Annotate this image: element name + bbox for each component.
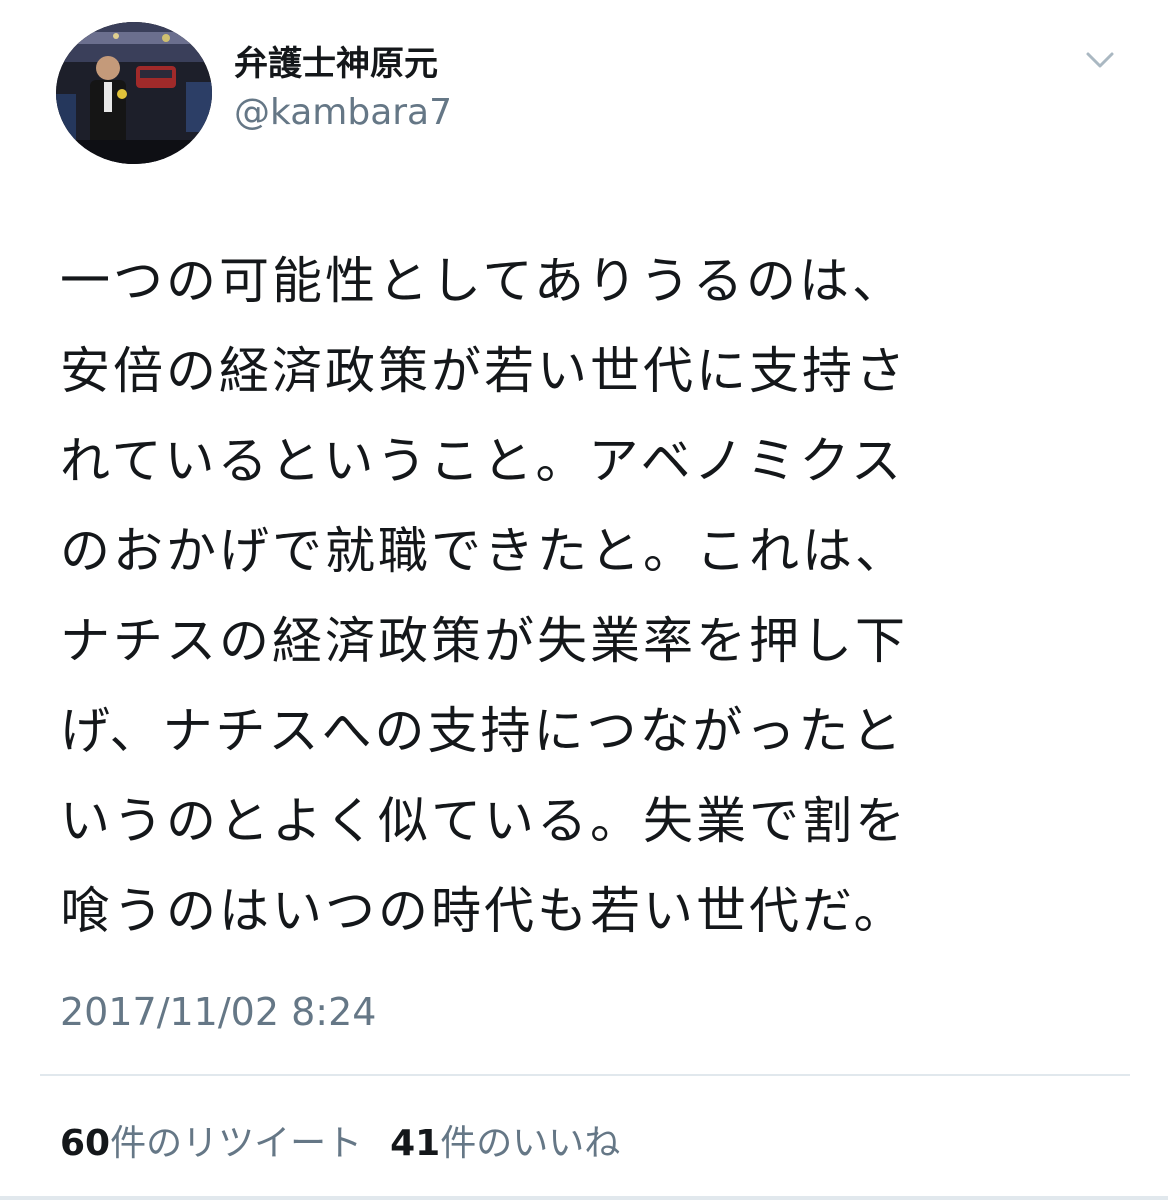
tweet-text-line: れているということ。アベノミクス	[60, 432, 904, 490]
avatar[interactable]	[56, 22, 212, 164]
tweet-timestamp[interactable]: 2017/11/02 8:24	[60, 990, 376, 1034]
retweet-count: 60	[60, 1123, 111, 1164]
tweet-text-line: 一つの可能性としてありうるのは、	[60, 252, 905, 310]
tweet-text: 一つの可能性としてありうるのは、 安倍の経済政策が若い世代に支持さ れているとい…	[60, 236, 1120, 956]
tweet-text-line: のおかげで就職できたと。これは、	[60, 522, 908, 580]
author-display-name[interactable]: 弁護士神原元	[234, 36, 438, 85]
retweet-label: 件のリツイート	[110, 1123, 363, 1164]
divider	[0, 1196, 1168, 1200]
author-handle[interactable]: @kambara7	[234, 92, 452, 133]
like-count-link[interactable]: 41件のいいね	[390, 1114, 620, 1166]
tweet-card: 弁護士神原元 @kambara7 一つの可能性としてありうるのは、 安倍の経済政…	[0, 0, 1168, 1200]
avatar-photo	[56, 22, 212, 164]
tweet-stats: 60件のリツイート 41件のいいね	[60, 1114, 648, 1166]
tweet-text-line: 喰うのはいつの時代も若い世代だ。	[60, 882, 907, 940]
tweet-text-line: 安倍の経済政策が若い世代に支持さ	[60, 342, 908, 400]
tweet-text-line: ナチスの経済政策が失業率を押し下	[60, 612, 908, 670]
like-label: 件のいいね	[440, 1123, 621, 1164]
tweet-text-line: げ、ナチスへの支持につながったと	[60, 702, 905, 760]
chevron-down-icon	[1086, 52, 1114, 68]
divider	[40, 1074, 1130, 1076]
tweet-text-line: いうのとよく似ている。失業で割を	[60, 792, 908, 850]
retweet-count-link[interactable]: 60件のリツイート	[60, 1114, 362, 1166]
like-count: 41	[390, 1123, 441, 1164]
tweet-menu-button[interactable]	[1080, 44, 1120, 76]
